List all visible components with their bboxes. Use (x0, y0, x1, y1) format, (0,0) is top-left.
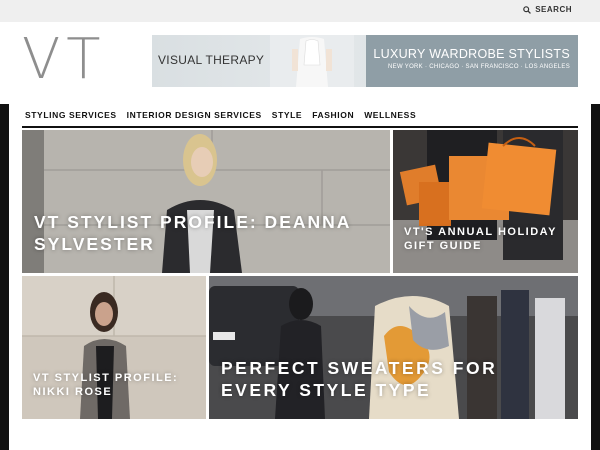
banner-accent-panel: LUXURY WARDROBE STYLISTS NEW YORK · CHIC… (366, 35, 578, 87)
banner-brand: VISUAL THERAPY (158, 53, 265, 67)
article-tile-holiday-gift-guide[interactable]: VT'S ANNUAL HOLIDAY GIFT GUIDE (393, 130, 578, 273)
banner-cities: NEW YORK · CHICAGO · SAN FRANCISCO · LOS… (388, 64, 570, 70)
tile-title: VT'S ANNUAL HOLIDAY GIFT GUIDE (404, 226, 557, 252)
article-tile-perfect-sweaters[interactable]: PERFECT SWEATERS FOR EVERY STYLE TYPE (209, 276, 578, 419)
main-nav: STYLING SERVICES INTERIOR DESIGN SERVICE… (22, 104, 578, 126)
article-tile-nikki-rose[interactable]: VT STYLIST PROFILE: NIKKI ROSE (22, 276, 206, 419)
tile-title: PERFECT SWEATERS FOR EVERY STYLE TYPE (221, 358, 498, 400)
search-label: SEARCH (535, 5, 572, 14)
nav-item-fashion[interactable]: FASHION (312, 110, 354, 120)
nav-item-interior-design-services[interactable]: INTERIOR DESIGN SERVICES (127, 110, 262, 120)
page-edge-left (0, 104, 9, 450)
nav-item-style[interactable]: STYLE (272, 110, 302, 120)
tile-title: VT STYLIST PROFILE: NIKKI ROSE (33, 372, 179, 398)
banner-model-image (270, 35, 354, 87)
nav-divider (22, 126, 578, 128)
top-utility-bar: SEARCH (0, 0, 600, 22)
nav-item-styling-services[interactable]: STYLING SERVICES (25, 110, 117, 120)
banner-tagline: LUXURY WARDROBE STYLISTS (373, 47, 570, 61)
tile-title: VT STYLIST PROFILE: DEANNA SYLVESTER (34, 212, 351, 254)
header-banner[interactable]: VISUAL THERAPY LUXURY WARDROBE STYLISTS … (152, 35, 578, 87)
search-icon (523, 5, 532, 14)
search-button[interactable]: SEARCH (523, 5, 572, 14)
page-edge-right (591, 104, 600, 450)
article-tile-deanna-sylvester[interactable]: VT STYLIST PROFILE: DEANNA SYLVESTER (22, 130, 390, 273)
site-logo[interactable]: VT (22, 32, 114, 88)
nav-item-wellness[interactable]: WELLNESS (364, 110, 416, 120)
